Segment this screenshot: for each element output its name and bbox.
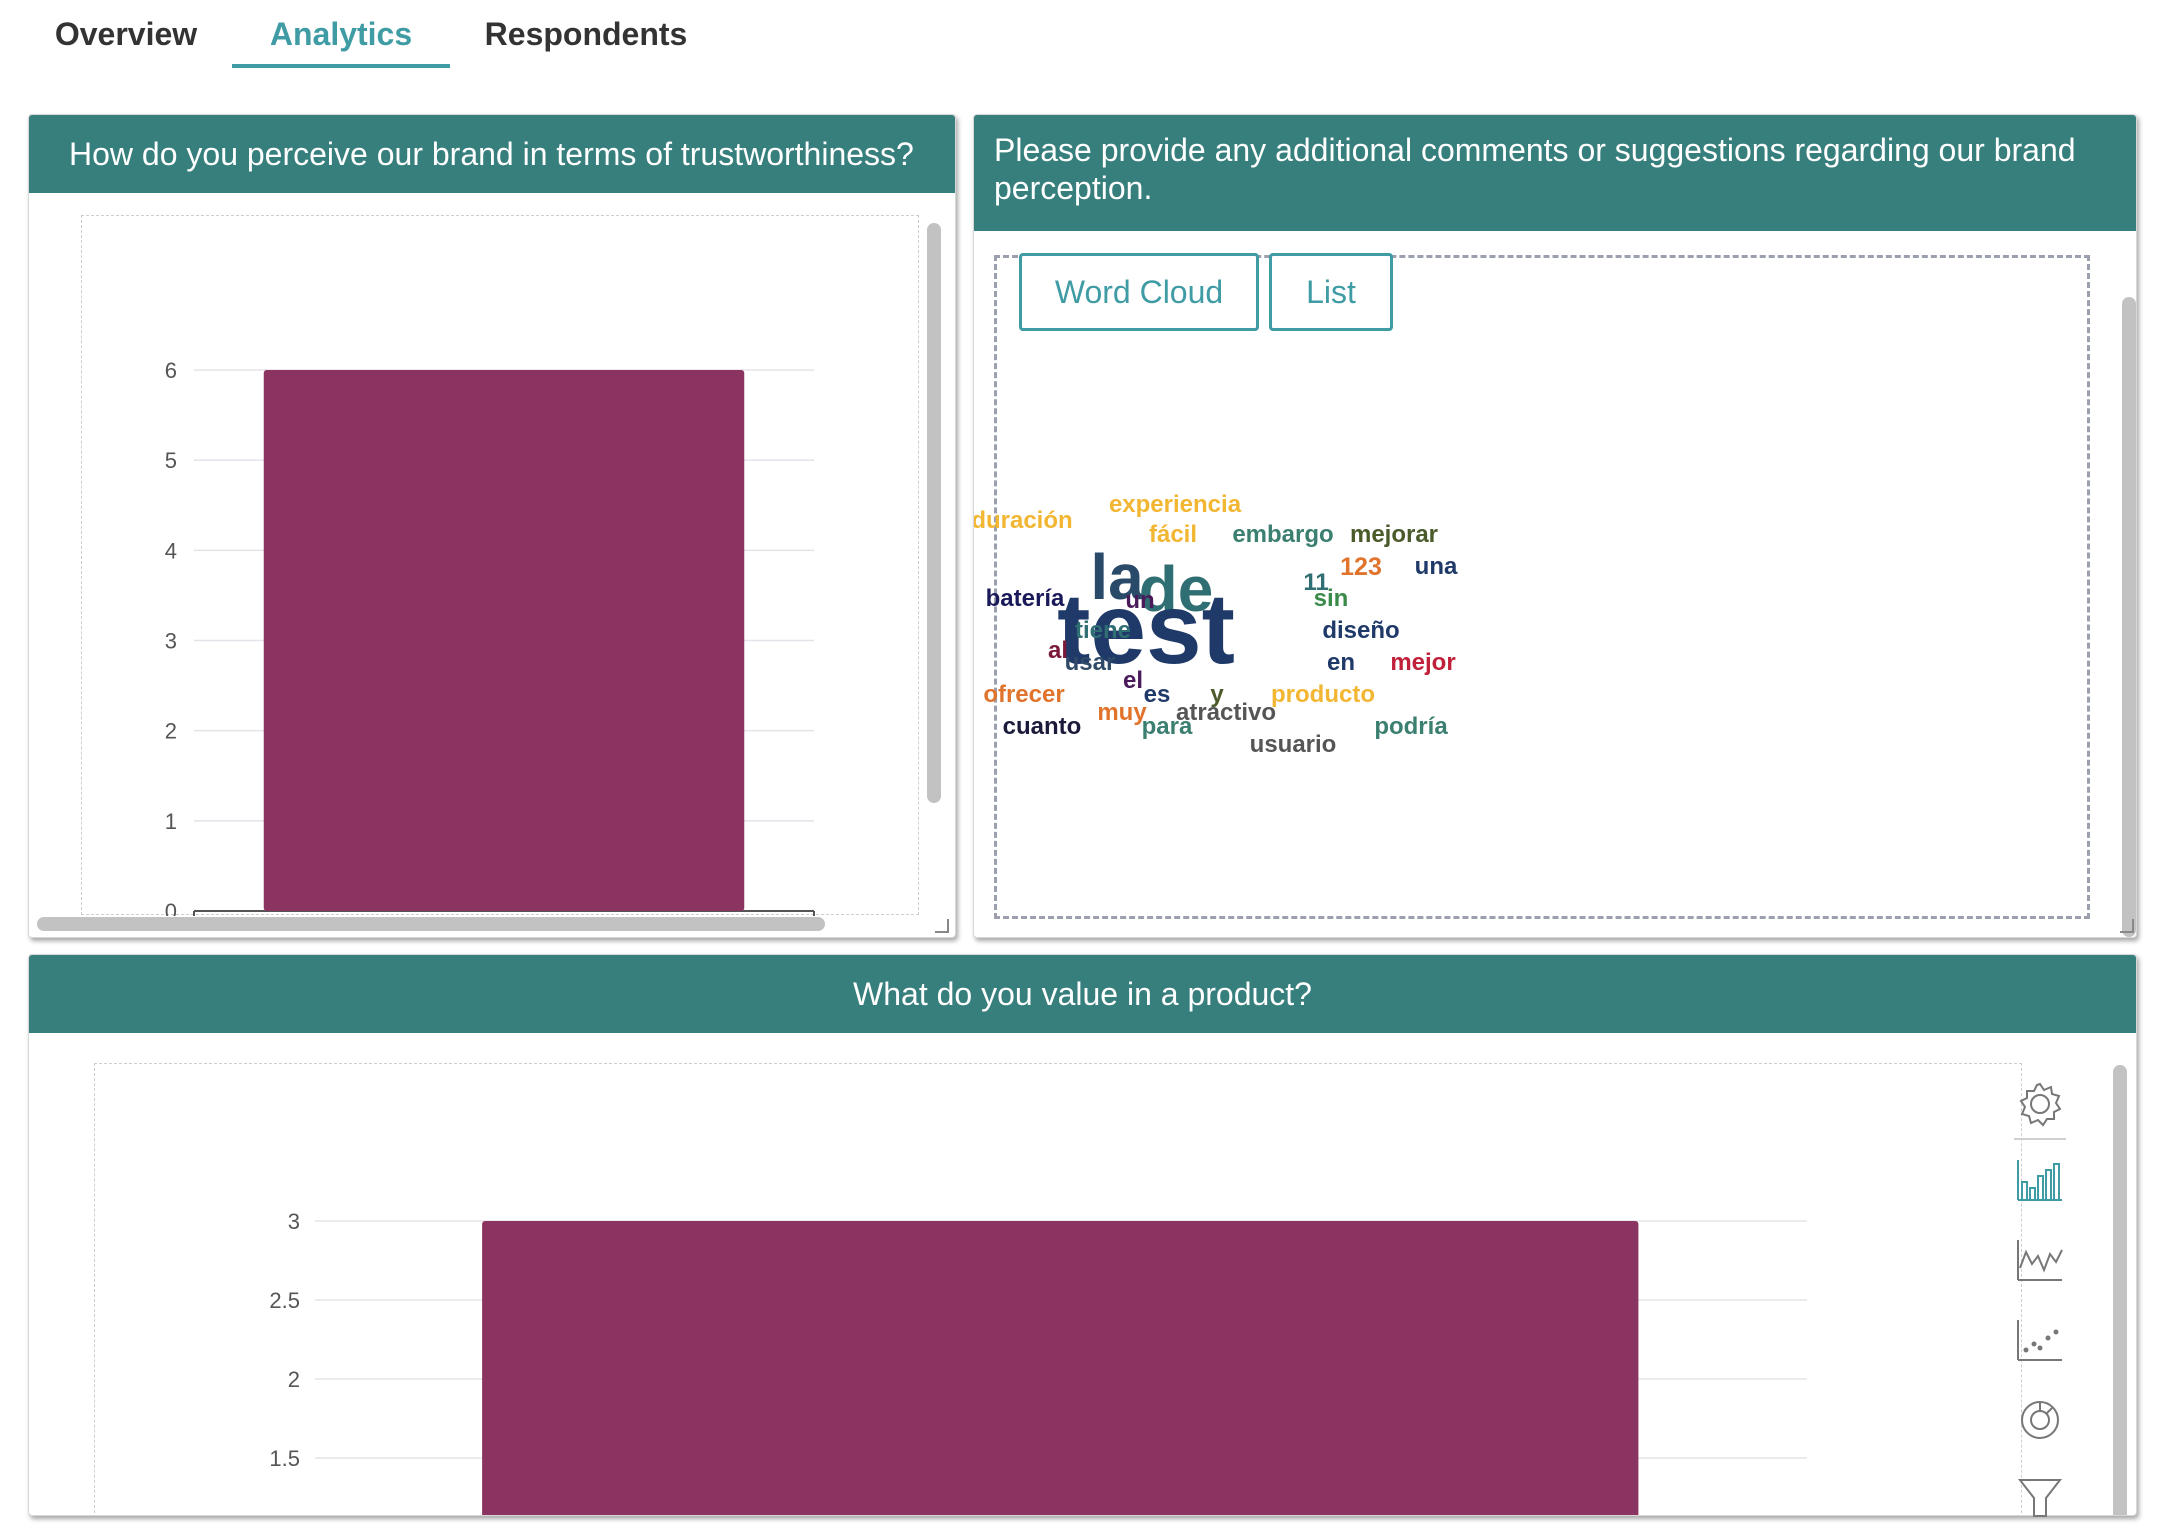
y-tick-label: 2.5 — [269, 1288, 300, 1313]
word-cloud-word: experiencia — [1108, 491, 1242, 518]
vertical-scrollbar[interactable] — [927, 223, 941, 803]
word-cloud-word: cuanto — [1002, 713, 1082, 740]
vertical-scrollbar[interactable] — [2113, 1065, 2127, 1515]
horizontal-scrollbar[interactable] — [37, 917, 825, 931]
word-cloud-word: en — [1326, 649, 1356, 676]
bar-chart-icon[interactable] — [2010, 1150, 2070, 1210]
bar[interactable] — [482, 1221, 1639, 1516]
tab-analytics-label: Analytics — [269, 16, 413, 52]
word-cloud: experiencia duración fácil embargo mejorar la… — [974, 115, 2136, 937]
word-cloud-word: duración — [973, 507, 1073, 534]
word-cloud-word: tiene — [1074, 617, 1132, 644]
word-cloud-word: mejorar — [1349, 521, 1439, 548]
trustworthiness-panel: How do you perceive our brand in terms o… — [28, 114, 956, 938]
word-cloud-word: diseño — [1322, 617, 1400, 644]
tab-respondents[interactable]: Respondents — [480, 12, 692, 64]
y-tick-label: 1 — [165, 809, 177, 834]
word-cloud-word: es — [1143, 681, 1171, 708]
y-tick-label: 3 — [288, 1209, 300, 1234]
y-tick-label: 1.5 — [269, 1446, 300, 1471]
donut-chart-icon[interactable] — [2010, 1390, 2070, 1450]
word-cloud-word: usuario — [1249, 731, 1337, 758]
word-cloud-word: muy — [1097, 699, 1147, 726]
line-chart-icon[interactable] — [2010, 1230, 2070, 1290]
chart-container: 1.5 2 2.5 3 — [94, 1063, 2022, 1516]
bar[interactable] — [263, 370, 745, 911]
y-tick-label: 6 — [165, 358, 177, 383]
resize-handle-icon[interactable] — [935, 919, 949, 933]
tab-overview[interactable]: Overview — [46, 12, 206, 64]
chart-container: 0123456Highly Trustworthy — [81, 215, 919, 916]
word-cloud-word: producto — [1271, 681, 1375, 708]
vertical-scrollbar[interactable] — [2122, 297, 2136, 937]
y-tick-label: 4 — [165, 538, 177, 563]
y-tick-label: 0 — [165, 899, 177, 916]
tab-bar: Overview Analytics Respondents — [0, 0, 2166, 80]
tab-respondents-label: Respondents — [484, 16, 688, 52]
word-cloud-word: una — [1414, 553, 1458, 580]
word-cloud-word: usar — [1064, 649, 1116, 676]
word-cloud-word: el — [1122, 667, 1144, 694]
tab-analytics[interactable]: Analytics — [232, 12, 450, 68]
tab-overview-label: Overview — [54, 16, 198, 52]
word-cloud-word: podría — [1374, 713, 1448, 740]
scatter-chart-icon[interactable] — [2010, 1310, 2070, 1370]
word-cloud-word: para — [1141, 713, 1193, 740]
comments-panel: Please provide any additional comments o… — [973, 114, 2137, 938]
resize-handle-icon[interactable] — [2120, 919, 2134, 933]
trustworthiness-panel-title: How do you perceive our brand in terms o… — [29, 115, 955, 193]
y-tick-label: 3 — [165, 629, 177, 654]
funnel-chart-icon[interactable] — [2010, 1468, 2070, 1528]
y-tick-label: 2 — [288, 1367, 300, 1392]
word-cloud-word: fácil — [1148, 521, 1198, 548]
gear-icon[interactable] — [2010, 1074, 2070, 1134]
product-value-panel: What do you value in a product? 1.5 2 2.5 3 — [28, 954, 2137, 1516]
word-cloud-word: 123 — [1340, 552, 1382, 581]
product-value-bar-chart: 1.5 2 2.5 3 — [269, 1209, 1807, 1516]
word-cloud-word: sin — [1313, 585, 1349, 612]
word-cloud-word: mejor — [1390, 649, 1456, 676]
y-tick-label: 5 — [165, 448, 177, 473]
toolbar-divider — [2014, 1138, 2066, 1140]
word-cloud-word: ofrecer — [983, 681, 1065, 708]
word-cloud-word: embargo — [1232, 521, 1334, 548]
product-value-panel-title: What do you value in a product? — [29, 955, 2136, 1033]
y-tick-label: 2 — [165, 719, 177, 744]
trustworthiness-bar-chart: 0123456Highly Trustworthy — [165, 358, 815, 916]
word-cloud-word: batería — [985, 585, 1065, 612]
